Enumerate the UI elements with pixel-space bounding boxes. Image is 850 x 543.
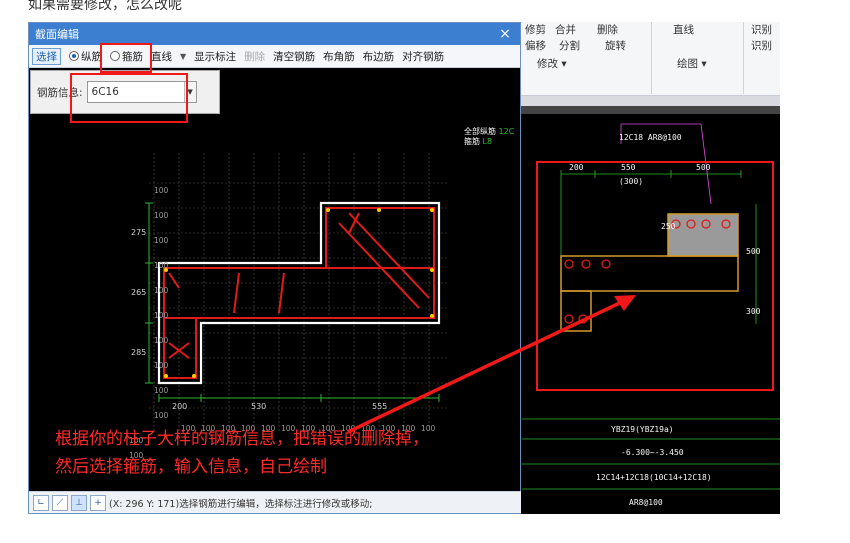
grid-row-label: 100 [154,386,169,395]
group-modify-label: 修改 [537,58,558,70]
grid-row-label: 100 [154,286,169,295]
highlight-box-stirrup [100,43,152,73]
cad-table-row: AR8@100 [629,498,663,507]
ribbon-split[interactable]: 分割 [559,38,580,53]
grid-row-label: 100 [154,411,169,420]
ribbon-offset[interactable]: 偏移 [525,38,546,53]
offset-snap-icon[interactable]: + [90,494,106,511]
ribbon-group-draw[interactable]: 绘图 ▾ [677,56,707,71]
radio-on-icon [69,51,79,61]
highlight-box-rebar-info [70,73,188,123]
ribbon-rotate[interactable]: 旋转 [605,38,626,53]
dropdown-arrow-icon[interactable]: ▼ [180,52,186,61]
ribbon-identify-2[interactable]: 识别 [751,38,772,53]
question-text: 如果需要修改，怎么改呢 [28,0,182,13]
rebar-dots [164,208,434,378]
ribbon-separator [743,22,744,94]
dim-bottom-1: 200 [172,402,187,411]
cad-table-row: 12C14+12C18(10C14+12C18) [596,473,712,482]
grid-row-label: 100 [154,261,169,270]
line-button[interactable]: 直线 [151,49,172,64]
clear-rebar-button[interactable]: 清空钢筋 [273,49,315,64]
ribbon-merge[interactable]: 合并 [555,22,576,37]
highlight-box-cad-section [536,161,774,391]
dim-bottom-2: 530 [251,402,266,411]
annotation-line-2: 然后选择箍筋，输入信息，自己绘制 [55,457,327,477]
ribbon-trim[interactable]: 修剪 [525,22,546,37]
show-annotation-button[interactable]: 显示标注 [194,49,236,64]
annotation-text: 根据你的柱子大样的钢筋信息，把错误的删除掉， 然后选择箍筋，输入信息，自己绘制 [55,425,525,481]
screenshot-area: 截面编辑 × 选择 纵筋 箍筋 直线 ▼ 显示标注 删除 清空钢筋 布角筋 布边… [28,22,780,514]
grid-row-label: 100 [154,311,169,320]
cad-table-row: -6.300~-3.450 [621,448,684,457]
dim-left-3: 285 [131,348,146,357]
cad-tab-strip [521,96,780,106]
status-bar: ∟ ⟋ ⊥ + (X: 296 Y: 171)选择钢筋进行编辑，选择标注进行修改… [29,491,522,513]
rebar-lines [163,207,435,379]
grid-row-label: 100 [154,186,169,195]
dialog-title-bar: 截面编辑 × [29,23,520,45]
radio-longitudinal-label: 纵筋 [81,50,102,63]
close-button[interactable]: × [496,26,514,42]
dim-bottom-3: 555 [372,402,387,411]
edge-rebar-button[interactable]: 布边筋 [363,49,395,64]
corner-snap-icon[interactable]: ∟ [33,494,49,511]
select-button[interactable]: 选择 [32,47,61,65]
dialog-title: 截面编辑 [35,28,79,41]
dim-left-2: 265 [131,288,146,297]
corner-rebar-button[interactable]: 布角筋 [323,49,355,64]
delete-button[interactable]: 删除 [244,49,265,64]
grid-row-label: 100 [154,211,169,220]
line-snap-icon[interactable]: ⟋ [52,494,68,511]
annotation-line-1: 根据你的柱子大样的钢筋信息，把错误的删除掉， [55,429,429,449]
group-draw-label: 绘图 [677,58,698,70]
perpendicular-snap-icon[interactable]: ⊥ [71,494,87,511]
cad-tab-strip-dark [521,106,780,114]
align-rebar-button[interactable]: 对齐钢筋 [402,49,444,64]
radio-longitudinal[interactable]: 纵筋 [69,49,102,64]
ribbon-line[interactable]: 直线 [673,22,694,37]
dim-left-1: 275 [131,228,146,237]
ribbon-identify[interactable]: 识别 [751,22,772,37]
ribbon-group-modify[interactable]: 修改 ▾ [537,56,567,71]
status-text: (X: 296 Y: 171)选择钢筋进行编辑，选择标注进行修改或移动; [109,498,373,510]
column-outline [157,201,441,385]
ribbon-separator [651,22,652,94]
grid-row-label: 100 [154,236,169,245]
cad-table-row: YBZ19(YBZ19a) [611,425,674,434]
cad-ribbon: 修剪 合并 删除 直线 识别 偏移 分割 旋转 识别 修改 ▾ 绘图 ▾ [521,22,780,96]
grid-row-label: 100 [154,361,169,370]
cad-header-label: 12C18 AR8@100 [619,133,682,142]
ribbon-delete[interactable]: 删除 [597,22,618,37]
grid-row-label: 100 [154,336,169,345]
